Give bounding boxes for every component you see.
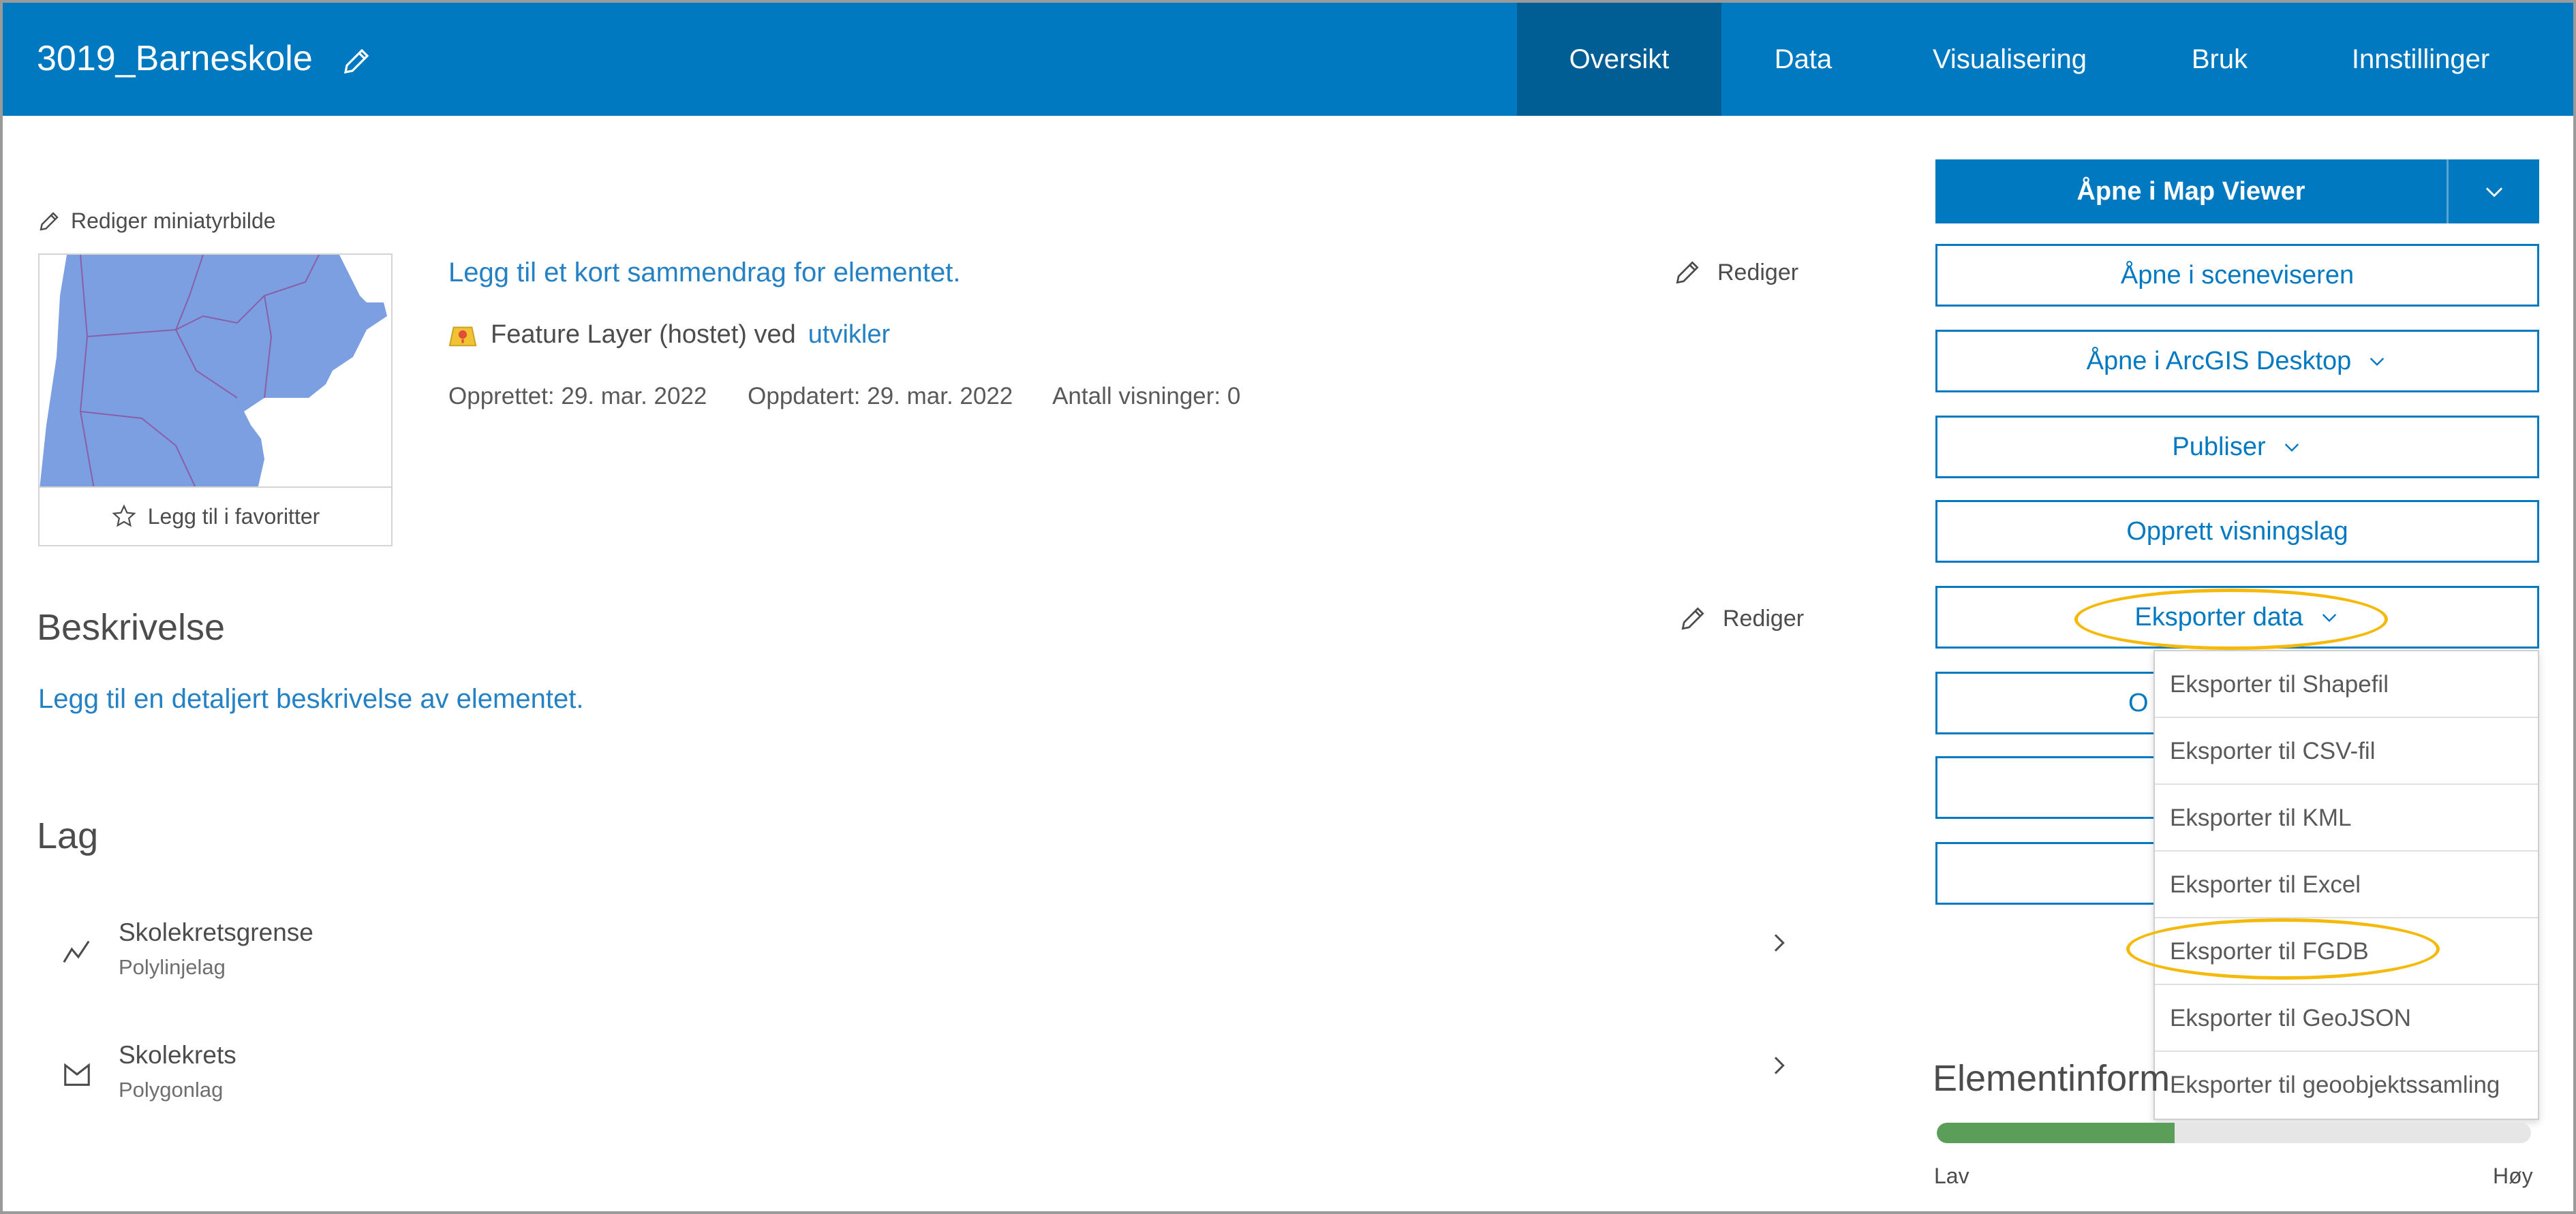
publish-button[interactable]: Publiser	[1935, 416, 2539, 478]
description-heading: Beskrivelse	[37, 607, 226, 648]
edit-label: Rediger	[1723, 605, 1805, 632]
chevron-right-icon	[1774, 1057, 1785, 1074]
export-csv-item[interactable]: Eksporter til CSV-fil	[2155, 718, 2538, 785]
created-date: Opprettet: 29. mar. 2022	[448, 383, 707, 409]
layer-row[interactable]: Skolekretsgrense Polylinjelag	[61, 912, 1792, 1000]
export-dropdown-menu: Eksporter til Shapefil Eksporter til CSV…	[2153, 650, 2539, 1120]
map-thumbnail-graphic	[40, 255, 387, 486]
tab-innstillinger[interactable]: Innstillinger	[2305, 3, 2536, 116]
export-geojson-item[interactable]: Eksporter til GeoJSON	[2155, 985, 2538, 1052]
chevron-right-icon	[1774, 934, 1785, 952]
score-low-label: Lav	[1934, 1164, 1969, 1188]
create-view-label: Opprett visningslag	[2126, 516, 2348, 546]
add-summary-link[interactable]: Legg til et kort sammendrag for elemente…	[448, 258, 960, 288]
pencil-icon[interactable]	[340, 45, 373, 78]
open-arcgis-desktop-button[interactable]: Åpne i ArcGIS Desktop	[1935, 330, 2539, 392]
export-excel-item[interactable]: Eksporter til Excel	[2155, 852, 2538, 918]
export-fgdb-item[interactable]: Eksporter til FGDB	[2155, 918, 2538, 985]
pencil-icon	[1676, 261, 1699, 284]
chevron-down-icon	[2485, 187, 2502, 198]
export-shapefile-item[interactable]: Eksporter til Shapefil	[2155, 651, 2538, 718]
item-metadata: Opprettet: 29. mar. 2022 Oppdatert: 29. …	[448, 383, 1274, 410]
item-type-line: Feature Layer (hostet) ved utvikler	[447, 320, 890, 349]
open-scene-viewer-button[interactable]: Åpne i sceneviseren	[1935, 244, 2539, 307]
hidden-action-label: O	[2128, 688, 2149, 717]
open-desktop-label: Åpne i ArcGIS Desktop	[2086, 346, 2352, 375]
owner-link[interactable]: utvikler	[808, 320, 890, 349]
open-map-viewer-label: Åpne i Map Viewer	[2076, 176, 2305, 206]
chevron-down-icon	[2284, 443, 2299, 452]
edit-thumbnail-link[interactable]: Rediger miniatyrbilde	[37, 208, 276, 234]
information-score-fill	[1937, 1123, 2175, 1143]
pencil-icon	[40, 211, 59, 231]
thumbnail-map	[38, 253, 393, 488]
tab-data[interactable]: Data	[1721, 3, 1885, 116]
tab-oversikt[interactable]: Oversikt	[1517, 3, 1721, 116]
updated-date: Oppdatert: 29. mar. 2022	[748, 383, 1013, 409]
feature-layer-icon	[448, 326, 477, 346]
top-header: 3019_Barneskole Oversikt Data Visualiser…	[3, 3, 2573, 116]
open-map-viewer-button[interactable]: Åpne i Map Viewer	[1935, 159, 2539, 223]
layer-row[interactable]: Skolekrets Polygonlag	[61, 1034, 1792, 1123]
create-view-layer-button[interactable]: Opprett visningslag	[1935, 500, 2539, 563]
edit-thumbnail-label: Rediger miniatyrbilde	[71, 208, 276, 233]
export-data-button[interactable]: Eksporter data	[1935, 586, 2539, 649]
view-count: Antall visninger: 0	[1052, 383, 1241, 409]
edit-label: Rediger	[1717, 259, 1799, 285]
item-title: 3019_Barneskole	[37, 39, 313, 78]
information-score-bar	[1937, 1123, 2531, 1143]
add-description-link[interactable]: Legg til en detaljert beskrivelse av ele…	[38, 684, 583, 715]
item-type-text: Feature Layer (hostet) ved	[491, 320, 796, 349]
layer-name: Skolekretsgrense	[119, 918, 313, 946]
export-kml-item[interactable]: Eksporter til KML	[2155, 785, 2538, 852]
add-to-favorites-button[interactable]: Legg til i favoritter	[38, 488, 393, 546]
publish-label: Publiser	[2172, 432, 2266, 461]
tab-bruk[interactable]: Bruk	[2134, 3, 2305, 116]
open-scene-viewer-label: Åpne i sceneviseren	[2120, 260, 2355, 290]
layer-type: Polygonlag	[119, 1078, 224, 1102]
pencil-icon	[1681, 607, 1704, 630]
layer-name: Skolekrets	[119, 1041, 236, 1069]
export-feature-collection-item[interactable]: Eksporter til geoobjektssamling	[2155, 1052, 2538, 1119]
export-data-label: Eksporter data	[2134, 602, 2303, 632]
map-viewer-options-toggle[interactable]	[2447, 159, 2539, 223]
favorites-label: Legg til i favoritter	[147, 503, 320, 529]
element-info-heading: Elementinform	[1933, 1058, 2171, 1099]
star-icon	[112, 504, 136, 527]
edit-summary-button[interactable]: Rediger	[1672, 258, 1798, 287]
polyline-icon	[63, 940, 90, 963]
tab-visualisering[interactable]: Visualisering	[1885, 3, 2134, 116]
chevron-down-icon	[2370, 358, 2385, 367]
layer-type: Polylinjelag	[119, 955, 226, 979]
layers-heading: Lag	[37, 815, 99, 856]
chevron-down-icon	[2322, 614, 2336, 623]
polygon-icon	[64, 1063, 90, 1086]
score-high-label: Høy	[2493, 1164, 2533, 1188]
edit-description-button[interactable]: Rediger	[1678, 604, 1804, 634]
